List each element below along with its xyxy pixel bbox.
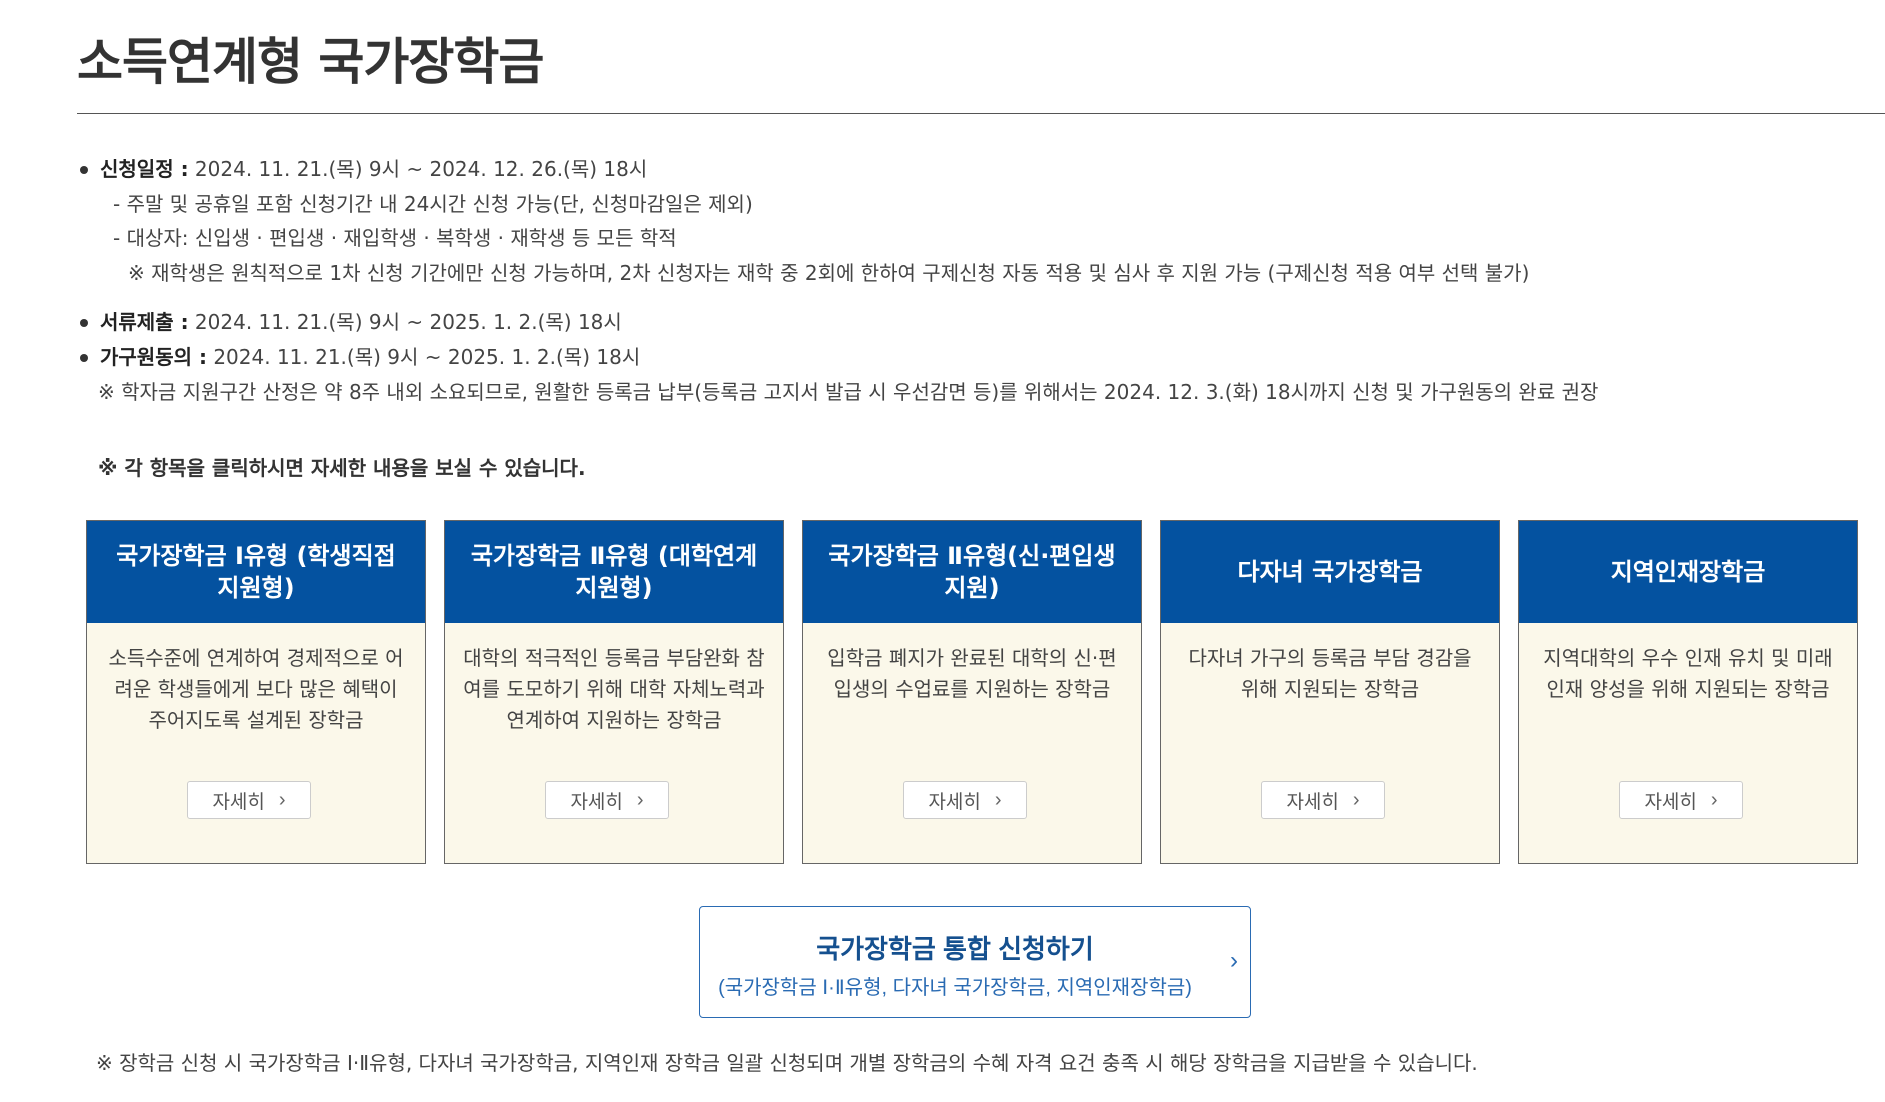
docs-value: 2024. 11. 21.(목) 9시 ~ 2025. 1. 2.(목) 18시 [188, 310, 622, 334]
detail-button[interactable]: 자세히 › [903, 781, 1027, 819]
scholarship-cards: 국가장학금 Ⅰ유형 (학생직접지원형) 소득수준에 연계하여 경제적으로 어려운… [86, 520, 1876, 866]
apply-note: ※ 재학생은 원칙적으로 1차 신청 기간에만 신청 가능하며, 2차 신청자는… [128, 261, 1530, 285]
detail-button[interactable]: 자세히 › [187, 781, 311, 819]
schedule-apply: 신청일정 : 2024. 11. 21.(목) 9시 ~ 2024. 12. 2… [80, 157, 647, 181]
bottom-note: ※ 장학금 신청 시 국가장학금 Ⅰ·Ⅱ유형, 다자녀 국가장학금, 지역인재 … [96, 1051, 1478, 1075]
card-description: 대학의 적극적인 등록금 부담완화 참여를 도모하기 위해 대학 자체노력과 연… [463, 646, 765, 732]
detail-button[interactable]: 자세히 › [545, 781, 669, 819]
chevron-right-icon: › [636, 788, 644, 811]
schedule-docs: 서류제출 : 2024. 11. 21.(목) 9시 ~ 2025. 1. 2.… [80, 310, 622, 334]
detail-button-label: 자세히 [1286, 791, 1339, 813]
apply-sub-weekend: - 주말 및 공휴일 포함 신청기간 내 24시간 신청 가능(단, 신청마감일… [113, 192, 753, 216]
integrated-apply-button[interactable]: 국가장학금 통합 신청하기 (국가장학금 Ⅰ·Ⅱ유형, 다자녀 국가장학금, 지… [699, 906, 1251, 1018]
apply-value: 2024. 11. 21.(목) 9시 ~ 2024. 12. 26.(목) 1… [188, 157, 648, 181]
card-title[interactable]: 국가장학금 Ⅱ유형 (대학연계지원형) [445, 521, 783, 623]
card-description: 다자녀 가구의 등록금 부담 경감을 위해 지원되는 장학금 [1188, 646, 1472, 701]
card-multichild[interactable]: 다자녀 국가장학금 다자녀 가구의 등록금 부담 경감을 위해 지원되는 장학금… [1160, 520, 1500, 864]
page-title: 소득연계형 국가장학금 [77, 33, 544, 91]
card-description: 입학금 폐지가 완료된 대학의 신·편입생의 수업료를 지원하는 장학금 [827, 646, 1117, 701]
card-title[interactable]: 다자녀 국가장학금 [1161, 521, 1499, 623]
click-guide-note: ※ 각 항목을 클릭하시면 자세한 내용을 보실 수 있습니다. [98, 456, 586, 480]
apply-label: 신청일정 : [100, 157, 189, 181]
title-divider [77, 113, 1885, 114]
card-description: 지역대학의 우수 인재 유치 및 미래인재 양성을 위해 지원되는 장학금 [1543, 646, 1833, 701]
apply-button-subtitle: (국가장학금 Ⅰ·Ⅱ유형, 다자녀 국가장학금, 지역인재장학금) [718, 977, 1192, 999]
detail-button-label: 자세히 [570, 791, 623, 813]
card-type1[interactable]: 국가장학금 Ⅰ유형 (학생직접지원형) 소득수준에 연계하여 경제적으로 어려운… [86, 520, 426, 864]
chevron-right-icon: › [1352, 788, 1360, 811]
detail-button[interactable]: 자세히 › [1261, 781, 1385, 819]
card-type2-transfer[interactable]: 국가장학금 Ⅱ유형(신·편입생지원) 입학금 폐지가 완료된 대학의 신·편입생… [802, 520, 1142, 864]
card-description: 소득수준에 연계하여 경제적으로 어려운 학생들에게 보다 많은 혜택이 주어지… [108, 646, 404, 732]
chevron-right-icon: › [1230, 947, 1238, 974]
schedule-consent: 가구원동의 : 2024. 11. 21.(목) 9시 ~ 2025. 1. 2… [80, 345, 640, 369]
consent-note: ※ 학자금 지원구간 산정은 약 8주 내외 소요되므로, 원활한 등록금 납부… [98, 380, 1599, 404]
consent-label: 가구원동의 : [100, 345, 207, 369]
card-title[interactable]: 국가장학금 Ⅰ유형 (학생직접지원형) [87, 521, 425, 623]
detail-button-label: 자세히 [1644, 791, 1697, 813]
apply-sub-target: - 대상자: 신입생 · 편입생 · 재입학생 · 복학생 · 재학생 등 모든… [113, 226, 677, 250]
chevron-right-icon: › [1710, 788, 1718, 811]
detail-button-label: 자세히 [212, 791, 265, 813]
card-title[interactable]: 지역인재장학금 [1519, 521, 1857, 623]
chevron-right-icon: › [278, 788, 286, 811]
detail-button[interactable]: 자세히 › [1619, 781, 1743, 819]
card-title[interactable]: 국가장학금 Ⅱ유형(신·편입생지원) [803, 521, 1141, 623]
consent-value: 2024. 11. 21.(목) 9시 ~ 2025. 1. 2.(목) 18시 [206, 345, 641, 369]
chevron-right-icon: › [994, 788, 1002, 811]
apply-button-title: 국가장학금 통합 신청하기 [816, 934, 1094, 964]
detail-button-label: 자세히 [928, 791, 981, 813]
card-type2[interactable]: 국가장학금 Ⅱ유형 (대학연계지원형) 대학의 적극적인 등록금 부담완화 참여… [444, 520, 784, 864]
docs-label: 서류제출 : [100, 310, 189, 334]
card-regional-talent[interactable]: 지역인재장학금 지역대학의 우수 인재 유치 및 미래인재 양성을 위해 지원되… [1518, 520, 1858, 864]
